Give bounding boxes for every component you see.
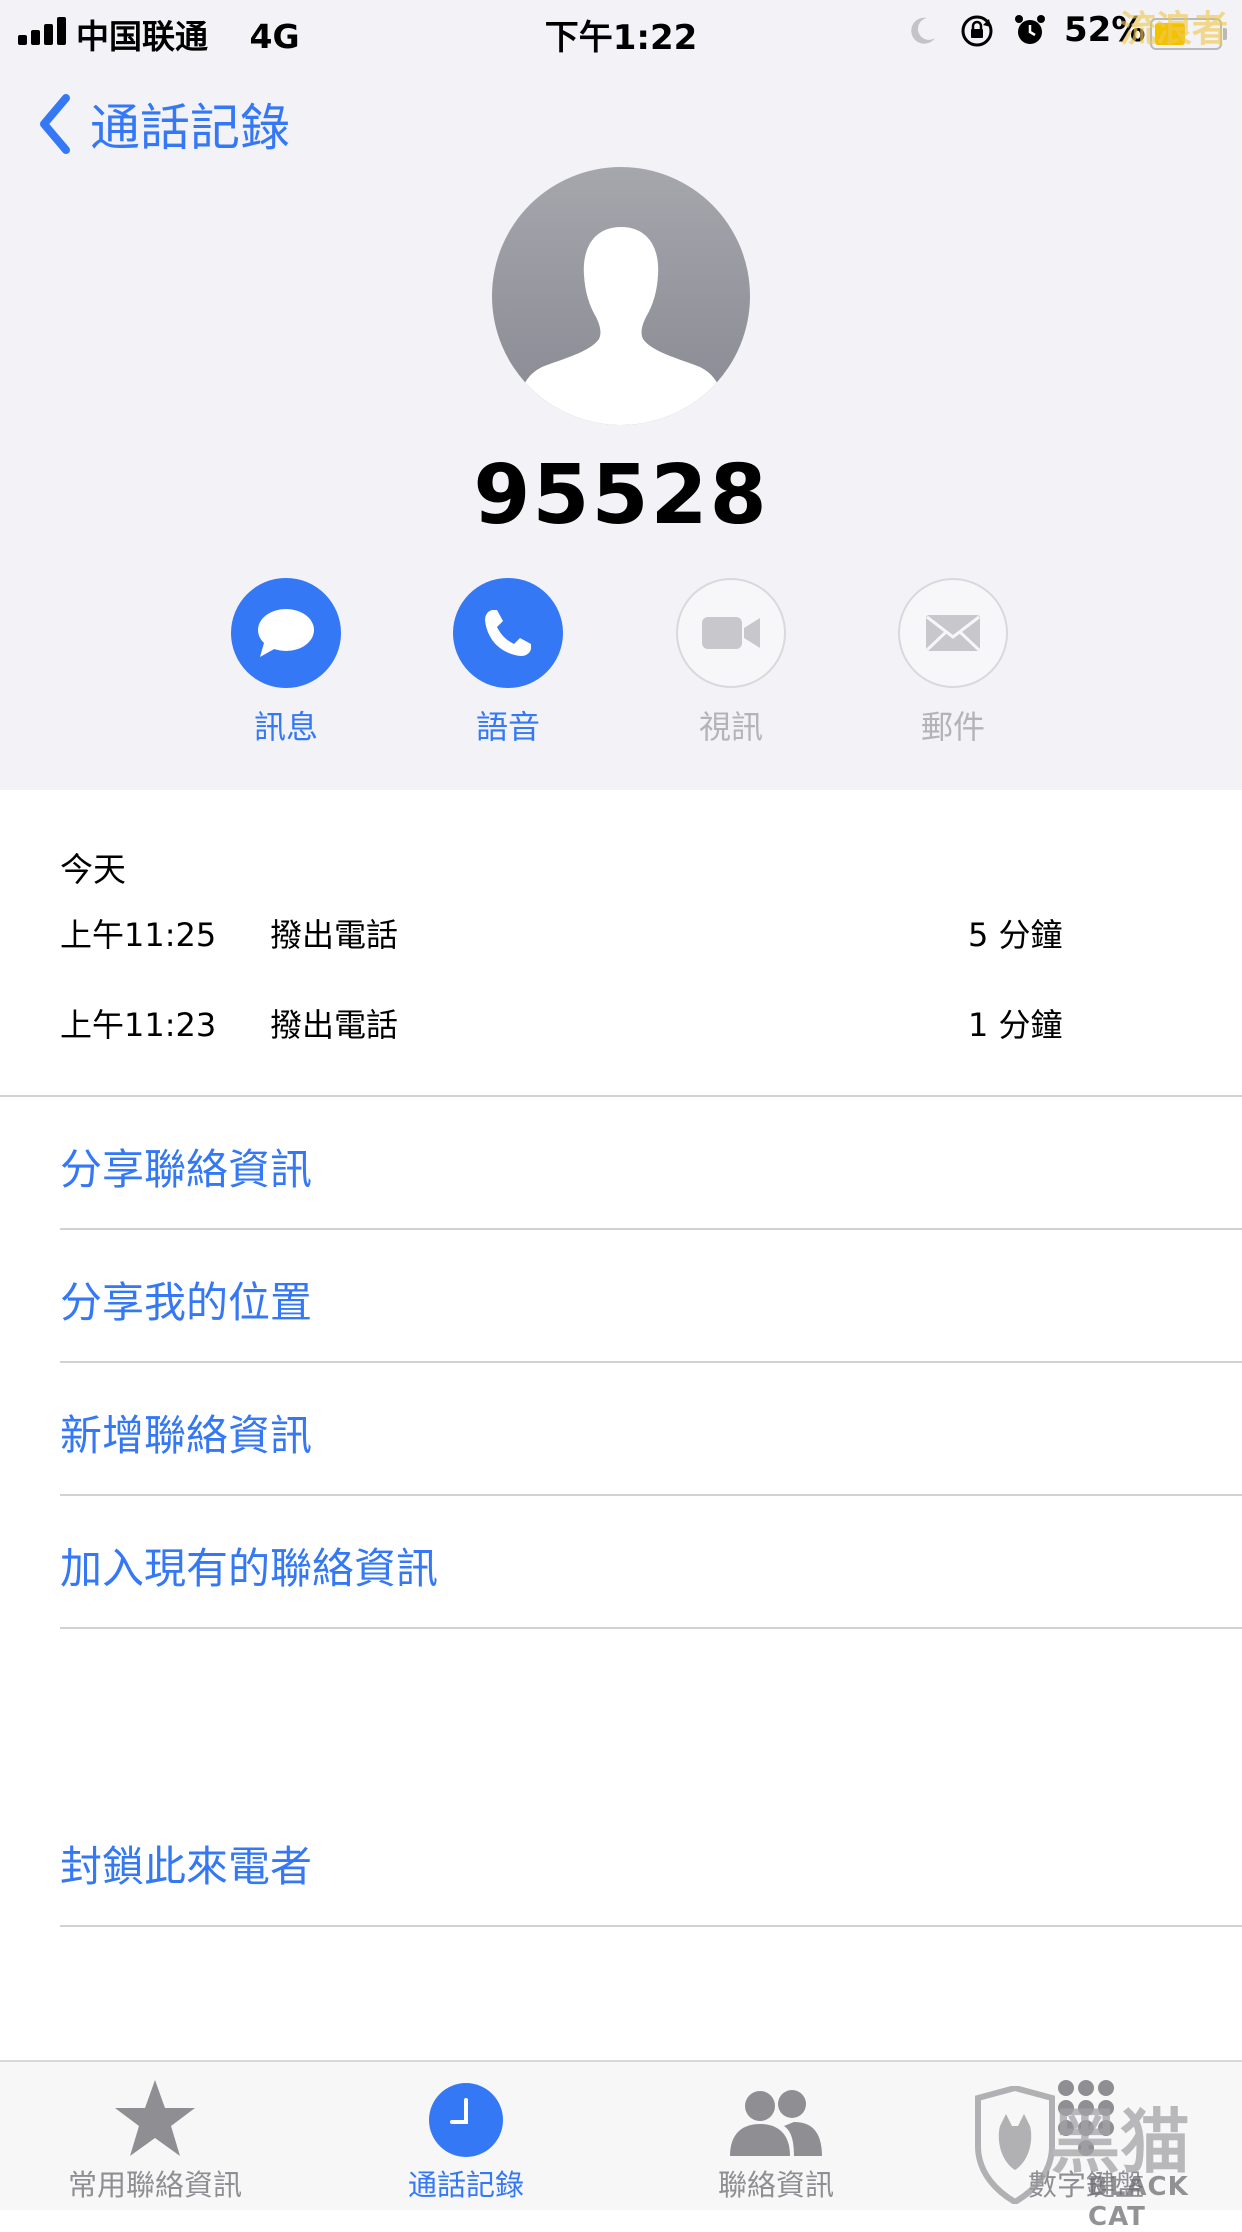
back-button-label: 通話記錄: [90, 99, 290, 157]
moon-icon: [911, 17, 935, 44]
status-time: 下午1:22: [544, 18, 698, 58]
message-icon: [258, 609, 314, 657]
share-location-button[interactable]: 分享我的位置: [60, 1269, 312, 1330]
action-voice-call-button[interactable]: 語音: [428, 578, 588, 748]
option-divider: [60, 1361, 1242, 1363]
history-divider: [0, 1095, 1242, 1097]
contacts-icon: [730, 2090, 822, 2156]
status-bar: 中国联通 4G 下午1:22 52% 流浪者: [0, 0, 1242, 62]
action-mail-label: 郵件: [920, 708, 985, 746]
call-kind: 撥出電話: [270, 1006, 399, 1044]
alarm-icon: [1015, 15, 1045, 44]
action-video-call-label: 視訊: [698, 708, 763, 746]
option-divider: [60, 1925, 1242, 1927]
tab-recents-label: 通話記錄: [407, 2168, 524, 2202]
phone-icon: [485, 610, 531, 656]
history-date-label: 今天: [60, 850, 126, 889]
action-mail-circle: [898, 578, 1008, 688]
tab-contacts-label: 聯絡資訊: [717, 2168, 834, 2202]
action-mail-button[interactable]: 郵件: [873, 578, 1033, 748]
clock-icon: [429, 2083, 503, 2157]
star-icon: [115, 2080, 195, 2156]
action-message-button[interactable]: 訊息: [206, 578, 366, 748]
watermark-top: 流浪者: [1120, 9, 1229, 50]
video-icon: [702, 617, 760, 649]
add-to-existing-contact-button[interactable]: 加入現有的聯絡資訊: [60, 1535, 438, 1596]
cat-shield-icon: [975, 2086, 1055, 2204]
watermark-logo: 黑猫 BLACK CAT: [970, 2080, 1242, 2232]
rotation-lock-icon: [961, 15, 993, 47]
tab-favorites-label: 常用聯絡資訊: [67, 2168, 242, 2202]
tab-contacts[interactable]: 聯絡資訊: [656, 2062, 896, 2210]
action-message-label: 訊息: [253, 708, 318, 746]
option-divider: [60, 1494, 1242, 1496]
call-duration: 1 分鐘: [968, 1006, 1063, 1044]
action-message-circle: [231, 578, 341, 688]
chevron-left-icon: [40, 94, 70, 154]
contact-actions: 訊息 語音 視訊 郵件: [0, 578, 1242, 758]
call-time: 上午11:23: [60, 1006, 217, 1044]
action-video-call-button[interactable]: 視訊: [651, 578, 811, 748]
person-silhouette-icon: [522, 227, 720, 425]
block-caller-button[interactable]: 封鎖此來電者: [60, 1833, 312, 1894]
call-time: 上午11:25: [60, 916, 217, 954]
create-contact-button[interactable]: 新增聯絡資訊: [60, 1402, 312, 1463]
tab-favorites[interactable]: 常用聯絡資訊: [35, 2062, 275, 2210]
action-video-call-circle: [676, 578, 786, 688]
option-divider: [60, 1228, 1242, 1230]
option-divider: [60, 1627, 1242, 1629]
call-kind: 撥出電話: [270, 916, 399, 954]
action-voice-call-circle: [453, 578, 563, 688]
contact-avatar: [492, 167, 750, 425]
action-voice-call-label: 語音: [475, 708, 540, 746]
share-contact-button[interactable]: 分享聯絡資訊: [60, 1136, 312, 1197]
contact-number: 95528: [473, 448, 769, 543]
tab-recents[interactable]: 通話記錄: [346, 2062, 586, 2210]
mail-icon: [925, 615, 981, 652]
back-button[interactable]: 通話記錄: [36, 88, 290, 160]
watermark-subtext: BLACK CAT: [1088, 2172, 1189, 2232]
call-duration: 5 分鐘: [968, 916, 1063, 954]
